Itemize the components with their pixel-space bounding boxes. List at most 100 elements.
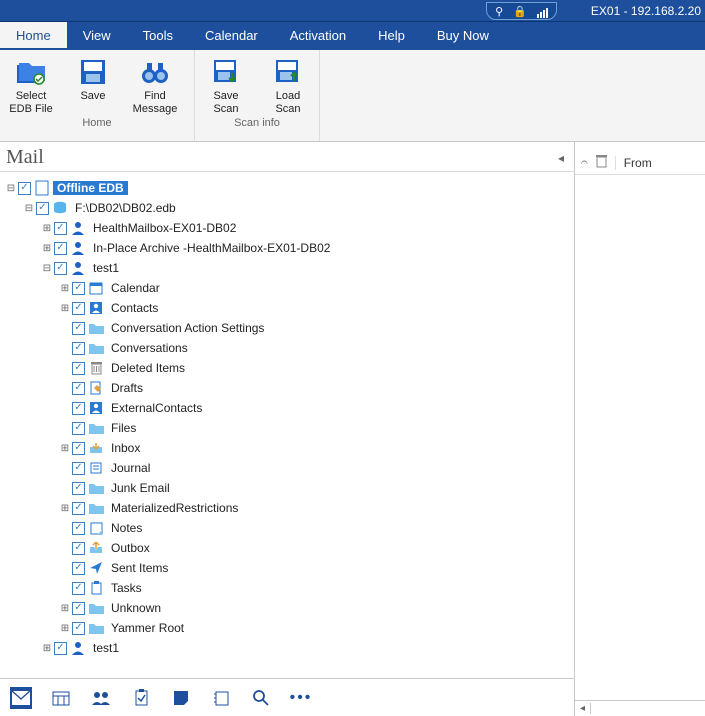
message-list-header: 𝄐 From <box>575 151 705 175</box>
expander-icon[interactable]: ⊟ <box>22 203 36 214</box>
expander-icon[interactable]: ⊟ <box>40 263 54 274</box>
checkbox[interactable] <box>72 482 85 495</box>
tree-folder-contacts[interactable]: ⊞ Contacts <box>4 298 570 318</box>
horizontal-scrollbar[interactable]: ◂ <box>575 700 705 716</box>
tree-root-offline-edb[interactable]: ⊟ Offline EDB <box>4 178 570 198</box>
window-title: EX01 - 192.168.2.20 <box>591 4 701 18</box>
save-icon <box>77 56 109 88</box>
tree-folder-deleted[interactable]: Deleted Items <box>4 358 570 378</box>
nav-search-icon[interactable] <box>250 687 272 709</box>
nav-journal-icon[interactable] <box>210 687 232 709</box>
tree-folder-conversations[interactable]: Conversations <box>4 338 570 358</box>
tree-folder-notes[interactable]: Notes <box>4 518 570 538</box>
mailbox-tree[interactable]: ⊟ Offline EDB ⊟ F:\DB02\DB02.edb ⊞ Healt… <box>0 172 574 678</box>
checkbox[interactable] <box>54 242 67 255</box>
attachment-column-icon[interactable]: 𝄐 <box>581 155 588 170</box>
nav-notes-icon[interactable] <box>170 687 192 709</box>
checkbox[interactable] <box>72 462 85 475</box>
title-bar: ⚲ 🔒 EX01 - 192.168.2.20 <box>0 0 705 22</box>
checkbox[interactable] <box>18 182 31 195</box>
tree-folder-outbox[interactable]: Outbox <box>4 538 570 558</box>
from-column-header[interactable]: From <box>615 156 652 170</box>
checkbox[interactable] <box>72 622 85 635</box>
delete-column-icon[interactable] <box>596 155 607 171</box>
checkbox[interactable] <box>72 502 85 515</box>
expander-icon[interactable]: ⊞ <box>58 603 72 614</box>
tree-mailbox-health[interactable]: ⊞ HealthMailbox-EX01-DB02 <box>4 218 570 238</box>
checkbox[interactable] <box>72 402 85 415</box>
checkbox[interactable] <box>72 582 85 595</box>
find-message-button[interactable]: Find Message <box>124 54 186 116</box>
nav-people-icon[interactable] <box>90 687 112 709</box>
checkbox[interactable] <box>72 522 85 535</box>
expander-icon[interactable]: ⊞ <box>58 623 72 634</box>
tab-home[interactable]: Home <box>0 22 67 48</box>
checkbox[interactable] <box>72 562 85 575</box>
checkbox[interactable] <box>72 282 85 295</box>
tree-mailbox-archive[interactable]: ⊞ In-Place Archive -HealthMailbox-EX01-D… <box>4 238 570 258</box>
tree-folder-sent[interactable]: Sent Items <box>4 558 570 578</box>
nav-bar: ••• <box>0 678 574 716</box>
expander-icon[interactable]: ⊞ <box>40 243 54 254</box>
checkbox[interactable] <box>72 362 85 375</box>
checkbox[interactable] <box>72 322 85 335</box>
checkbox[interactable] <box>72 542 85 555</box>
tree-database[interactable]: ⊟ F:\DB02\DB02.edb <box>4 198 570 218</box>
tree-folder-inbox[interactable]: ⊞ Inbox <box>4 438 570 458</box>
expander-icon[interactable]: ⊞ <box>58 303 72 314</box>
expander-icon[interactable]: ⊞ <box>58 283 72 294</box>
expander-icon[interactable]: ⊟ <box>4 183 18 194</box>
load-scan-button[interactable]: Load Scan <box>257 54 319 116</box>
tree-folder-calendar[interactable]: ⊞ Calendar <box>4 278 570 298</box>
tree-mailbox-test1-2[interactable]: ⊞ test1 <box>4 638 570 658</box>
expander-icon[interactable]: ⊞ <box>58 503 72 514</box>
expander-icon[interactable]: ⊞ <box>40 643 54 654</box>
tasks-icon <box>88 580 104 596</box>
tree-folder-external-contacts[interactable]: ExternalContacts <box>4 398 570 418</box>
checkbox[interactable] <box>72 342 85 355</box>
checkbox[interactable] <box>72 602 85 615</box>
tab-activation[interactable]: Activation <box>274 22 362 48</box>
nav-more-icon[interactable]: ••• <box>290 687 312 709</box>
tree-label: Conversation Action Settings <box>107 321 268 335</box>
scroll-left-icon[interactable]: ◂ <box>575 703 591 714</box>
checkbox[interactable] <box>54 222 67 235</box>
checkbox[interactable] <box>72 382 85 395</box>
tab-calendar[interactable]: Calendar <box>189 22 274 48</box>
tree-label: Offline EDB <box>53 181 128 195</box>
tree-folder-files[interactable]: Files <box>4 418 570 438</box>
tree-folder-tasks[interactable]: Tasks <box>4 578 570 598</box>
expander-icon[interactable]: ⊞ <box>40 223 54 234</box>
tree-folder-unknown[interactable]: ⊞ Unknown <box>4 598 570 618</box>
tab-tools[interactable]: Tools <box>127 22 189 48</box>
tree-folder-yammer[interactable]: ⊞ Yammer Root <box>4 618 570 638</box>
signal-icon <box>537 5 548 18</box>
checkbox[interactable] <box>54 262 67 275</box>
save-scan-button[interactable]: Save Scan <box>195 54 257 116</box>
tree-mailbox-test1[interactable]: ⊟ test1 <box>4 258 570 278</box>
tree-folder-junk[interactable]: Junk Email <box>4 478 570 498</box>
pin-icon: ⚲ <box>495 5 503 18</box>
tab-view[interactable]: View <box>67 22 127 48</box>
checkbox[interactable] <box>72 302 85 315</box>
expander-icon[interactable]: ⊞ <box>58 443 72 454</box>
checkbox[interactable] <box>54 642 67 655</box>
tree-folder-materialized[interactable]: ⊞ MaterializedRestrictions <box>4 498 570 518</box>
nav-tasks-icon[interactable] <box>130 687 152 709</box>
checkbox[interactable] <box>72 442 85 455</box>
select-edb-button[interactable]: Select EDB File <box>0 54 62 116</box>
tree-folder-journal[interactable]: Journal <box>4 458 570 478</box>
tree-folder-conv-settings[interactable]: Conversation Action Settings <box>4 318 570 338</box>
tab-buy-now[interactable]: Buy Now <box>421 22 505 48</box>
tab-help[interactable]: Help <box>362 22 421 48</box>
checkbox[interactable] <box>36 202 49 215</box>
checkbox[interactable] <box>72 422 85 435</box>
message-list[interactable] <box>575 175 705 700</box>
nav-calendar-icon[interactable] <box>50 687 72 709</box>
nav-mail-icon[interactable] <box>10 687 32 709</box>
calendar-icon <box>88 280 104 296</box>
save-button[interactable]: Save <box>62 54 124 116</box>
drafts-icon <box>88 380 104 396</box>
tree-folder-drafts[interactable]: Drafts <box>4 378 570 398</box>
collapse-left-icon[interactable]: ◂ <box>554 151 568 165</box>
